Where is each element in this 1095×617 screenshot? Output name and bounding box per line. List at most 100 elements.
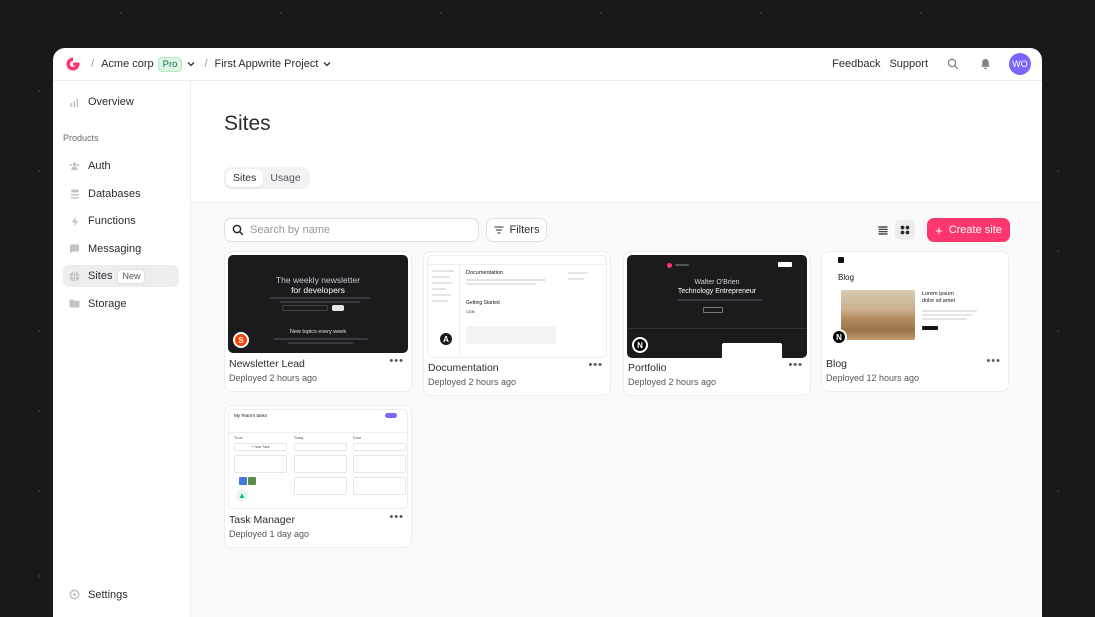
sidebar-item-label: Sites: [88, 270, 113, 282]
site-preview: The weekly newsletter for developers New…: [228, 255, 408, 353]
chevron-down-icon: [187, 60, 195, 69]
lightning-icon: [69, 216, 80, 227]
tab-sites[interactable]: Sites: [226, 169, 264, 187]
list-icon: [878, 225, 888, 235]
site-deployed-time: Deployed 2 hours ago: [628, 377, 717, 387]
database-icon: [69, 188, 80, 199]
filters-label: Filters: [509, 224, 540, 236]
more-icon[interactable]: •••: [788, 359, 803, 371]
site-card-documentation[interactable]: Documentation Getting Started CDN A Docu…: [423, 251, 611, 396]
search-input[interactable]: [250, 224, 470, 236]
more-icon[interactable]: •••: [986, 355, 1001, 367]
plus-icon: +: [935, 222, 943, 238]
preview-heading-2: Technology Entrepreneur: [677, 288, 757, 295]
chevron-down-icon: [323, 60, 331, 69]
new-badge: New: [117, 268, 146, 284]
site-preview: Documentation Getting Started CDN A: [427, 255, 607, 358]
toolbar: Filters + Create site: [224, 218, 1010, 242]
more-icon[interactable]: •••: [389, 355, 404, 367]
appwrite-logo[interactable]: [65, 56, 81, 72]
grid-view-button[interactable]: [895, 220, 915, 240]
sidebar-item-label: Auth: [88, 160, 111, 172]
sidebar-item-label: Messaging: [88, 242, 142, 255]
grid-icon: [900, 225, 910, 235]
preview-sub: CDN: [466, 309, 475, 314]
sidebar-item-auth[interactable]: Auth: [63, 155, 179, 177]
site-preview: Walter O'Brien Technology Entrepreneur N: [627, 255, 807, 358]
avatar[interactable]: WO: [1009, 53, 1031, 75]
nuxt-icon: ▲: [234, 487, 250, 503]
breadcrumb-separator: /: [204, 58, 208, 70]
sidebar-item-functions[interactable]: Functions: [63, 210, 179, 232]
preview-new-task: + New Task: [234, 443, 287, 451]
app-window: / Acme corp Pro / First Appwrite Project…: [53, 48, 1042, 617]
site-name: Portfolio: [628, 362, 667, 374]
site-deployed-time: Deployed 12 hours ago: [826, 373, 920, 383]
sidebar-item-label: Functions: [88, 215, 136, 227]
preview-heading: Blog: [838, 273, 855, 282]
site-card-blog[interactable]: Blog Lorem ipsum dolor sit amet N Blog D…: [821, 251, 1009, 392]
astro-icon: A: [438, 331, 454, 347]
tab-bar: Sites Usage: [224, 167, 310, 189]
sidebar: Overview Products Auth Databases Functio…: [53, 81, 191, 617]
preview-column-1: To do: [234, 436, 243, 440]
tab-usage[interactable]: Usage: [263, 169, 307, 187]
filters-button[interactable]: Filters: [486, 218, 547, 242]
site-card-newsletter-lead[interactable]: The weekly newsletter for developers New…: [224, 251, 412, 392]
bar-chart-icon: [69, 97, 80, 108]
preview-column-3: Done: [353, 436, 362, 440]
search-icon[interactable]: [946, 57, 960, 71]
main-content: Sites Sites Usage Filters: [191, 81, 1042, 617]
preview-column-2: Today: [294, 436, 304, 440]
feedback-link[interactable]: Feedback: [832, 58, 880, 70]
filter-icon: [494, 226, 504, 234]
project-switcher[interactable]: First Appwrite Project: [215, 58, 332, 70]
more-icon[interactable]: •••: [588, 359, 603, 371]
sidebar-item-storage[interactable]: Storage: [63, 293, 179, 315]
sites-panel: Filters + Create site Th: [191, 202, 1042, 617]
sidebar-item-label: Databases: [88, 187, 141, 200]
more-icon[interactable]: •••: [389, 511, 404, 523]
bell-icon[interactable]: [978, 57, 992, 71]
view-toggle: [873, 219, 918, 241]
support-link[interactable]: Support: [889, 58, 928, 70]
site-deployed-time: Deployed 1 day ago: [229, 529, 310, 539]
site-name: Newsletter Lead: [229, 358, 305, 370]
top-bar: / Acme corp Pro / First Appwrite Project…: [53, 48, 1042, 81]
sidebar-item-label: Storage: [88, 297, 127, 310]
org-switcher[interactable]: Acme corp Pro: [101, 56, 195, 72]
preview-section: Getting Started: [466, 300, 500, 306]
sidebar-item-databases[interactable]: Databases: [63, 183, 179, 205]
preview-heading: My Team's tasks: [234, 413, 268, 418]
create-site-button[interactable]: + Create site: [927, 218, 1010, 242]
site-deployed-time: Deployed 2 hours ago: [229, 373, 318, 383]
page-title: Sites: [224, 112, 271, 135]
globe-icon: [69, 270, 80, 282]
sidebar-item-label: Overview: [88, 96, 134, 108]
site-name: Blog: [826, 358, 848, 370]
preview-heading-1: Walter O'Brien: [694, 279, 740, 286]
preview-post-title-2: dolor sit amet: [922, 298, 956, 304]
search-box[interactable]: [224, 218, 479, 242]
preview-subheading: New topics every week: [289, 329, 347, 335]
project-name: First Appwrite Project: [214, 58, 319, 70]
nextjs-icon: N: [632, 337, 648, 353]
site-card-task-manager[interactable]: My Team's tasks To do Today Done + New T…: [224, 405, 412, 548]
sidebar-item-overview[interactable]: Overview: [63, 91, 179, 113]
sidebar-item-sites[interactable]: Sites New: [63, 265, 179, 287]
sidebar-item-messaging[interactable]: Messaging: [63, 238, 179, 260]
search-icon: [232, 224, 244, 236]
preview-post-title-1: Lorem ipsum: [922, 291, 954, 297]
folder-icon: [69, 298, 80, 309]
site-name: Documentation: [428, 362, 499, 374]
site-preview: My Team's tasks To do Today Done + New T…: [228, 409, 408, 509]
site-preview: Blog Lorem ipsum dolor sit amet N: [825, 255, 1005, 353]
list-view-button[interactable]: [873, 220, 893, 240]
nextjs-icon: N: [831, 329, 847, 345]
sidebar-section-title: Products: [63, 133, 99, 143]
site-card-portfolio[interactable]: Walter O'Brien Technology Entrepreneur N…: [623, 251, 811, 396]
create-site-label: Create site: [948, 224, 1002, 236]
site-name: Task Manager: [229, 514, 295, 526]
preview-heading: Documentation: [466, 270, 503, 276]
sidebar-item-settings[interactable]: Settings: [63, 584, 134, 606]
